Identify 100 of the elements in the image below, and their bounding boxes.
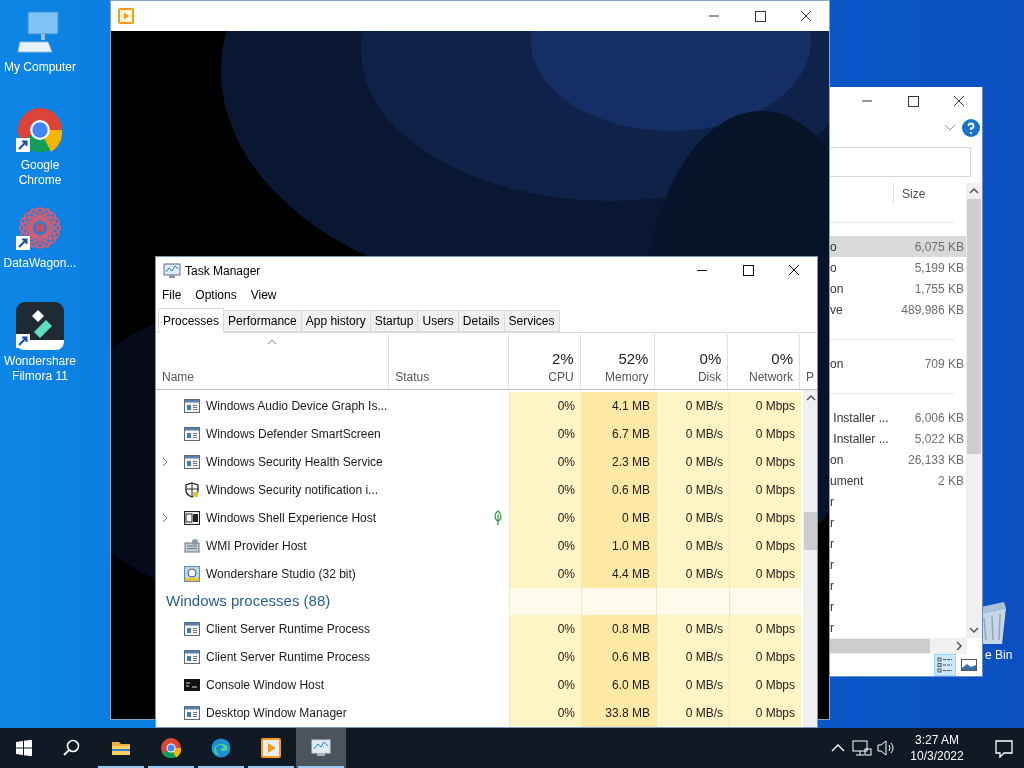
column-header[interactable]: 0% Network [727,334,799,389]
vertical-scrollbar[interactable] [966,183,982,638]
column-header[interactable]: Status [388,334,508,389]
table-cell: 0 MB/s [656,671,729,699]
chevron-right-icon[interactable] [162,513,168,523]
chevron-down-icon[interactable] [944,124,956,132]
file-row[interactable]: r [830,533,966,554]
tab[interactable]: Details [458,310,505,332]
table-cell: 0.8 MB [581,615,656,643]
file-row[interactable]: on 1,755 KB [830,278,966,299]
table-cell: 0 MB/s [656,476,729,504]
file-row[interactable]: r [830,596,966,617]
table-cell: 0 MB/s [656,504,729,532]
menu-item[interactable]: Options [195,286,237,304]
menu-item[interactable]: File [162,286,182,304]
clock-time[interactable]: 3:27 AM [915,732,959,748]
menu-item[interactable]: View [250,286,277,304]
desktop-icon-label[interactable]: DataWagon... [1,256,79,271]
column-label: P [806,370,816,385]
server-gear-icon [184,538,200,554]
taskbar-app-button[interactable] [296,728,346,768]
tab[interactable]: Users [418,310,459,332]
table-cell: 0% [509,504,581,532]
column-header[interactable]: P [799,334,817,389]
table-cell: 0% [509,643,581,671]
process-name: Windows Defender SmartScreen [206,426,381,443]
details-view-button[interactable] [934,654,956,676]
file-row[interactable]: r [830,554,966,575]
monitor-icon [163,262,181,279]
search-field[interactable] [830,147,971,177]
tab[interactable]: Startup [370,310,419,332]
table-cell: 0 Mbps [729,671,801,699]
column-header[interactable]: Size [902,185,926,203]
file-row[interactable]: r [830,617,966,638]
table-cell: 6.7 MB [581,420,656,448]
column-header[interactable]: 52% Memory [579,334,655,389]
process-name: Console Window Host [206,677,325,694]
tab[interactable]: Services [504,310,560,332]
chrome-icon [161,738,181,758]
desktop-icon-label[interactable]: My Computer [1,60,79,75]
table-cell: 0% [509,476,581,504]
sort-up-icon [267,339,278,345]
usage-total: 52% [618,350,649,368]
file-row[interactable]: o 5,199 KB [830,257,966,278]
file-row[interactable]: r [830,491,966,512]
file-row[interactable]: Installer ... 6,006 KB [830,407,966,428]
clock-date[interactable]: 10/3/2022 [910,748,964,764]
table-cell: 4.4 MB [581,560,656,588]
studio-icon [184,566,200,582]
file-row[interactable]: r [830,512,966,533]
column-header[interactable]: Name [156,334,389,389]
file-row[interactable]: on 26,133 KB [830,449,966,470]
file-row[interactable]: o 6,075 KB [830,236,966,257]
chevron-right-icon[interactable] [162,457,168,467]
file-row[interactable]: ve 489,986 KB [830,299,966,320]
horizontal-scrollbar[interactable] [830,638,967,654]
tab[interactable]: App history [301,310,371,332]
app-window-icon [184,650,200,664]
table-cell: 0 MB/s [656,615,729,643]
shield-icon [184,482,200,498]
scroll-thumb[interactable] [804,512,817,550]
column-label: Status [395,370,431,385]
desktop-icon-label[interactable]: e Bin [985,646,1013,664]
column-label: Network [749,370,793,385]
desktop-icon-label[interactable]: Wondershare Filmora 11 [1,354,79,384]
app-window-icon [184,455,200,469]
table-cell: 0% [509,448,581,476]
vertical-scrollbar[interactable] [803,390,817,727]
table-cell: 0 Mbps [729,476,801,504]
file-row[interactable]: r [830,575,966,596]
tab[interactable]: Processes [158,308,225,333]
column-header[interactable]: 2% CPU [507,334,580,389]
table-cell: 0.6 MB [581,476,656,504]
process-name: WMI Provider Host [206,538,307,555]
table-cell: 0 Mbps [729,560,801,588]
desktop-icon-label[interactable]: Google Chrome [1,158,79,188]
table-cell: 0 MB/s [656,420,729,448]
file-row[interactable]: ument 2 KB [830,470,966,491]
file-row[interactable]: Installer ... 5,022 KB [830,428,966,449]
process-name: Windows Security notification i... [206,482,379,499]
tab[interactable]: Performance [224,310,302,332]
process-name: Windows Shell Experience Host [206,510,377,527]
table-cell: 0 Mbps [729,504,801,532]
table-cell: 0% [509,671,581,699]
help-icon[interactable] [962,119,980,137]
file-row[interactable]: on 709 KB [830,353,966,374]
edge-icon [211,738,231,758]
table-cell: 0 MB/s [656,392,729,420]
search-icon [62,738,82,758]
player-icon [118,8,134,24]
usage-total: 2% [552,350,574,368]
process-name: Client Server Runtime Process [206,621,371,638]
table-cell: 0% [509,420,581,448]
player-icon [261,738,281,758]
app-window-icon [184,427,200,441]
table-cell: 0 Mbps [729,448,801,476]
column-header[interactable]: 0% Disk [654,334,728,389]
column-label: CPU [548,370,574,385]
table-cell: 33.8 MB [581,699,656,727]
process-name: Wondershare Studio (32 bit) [206,566,356,583]
